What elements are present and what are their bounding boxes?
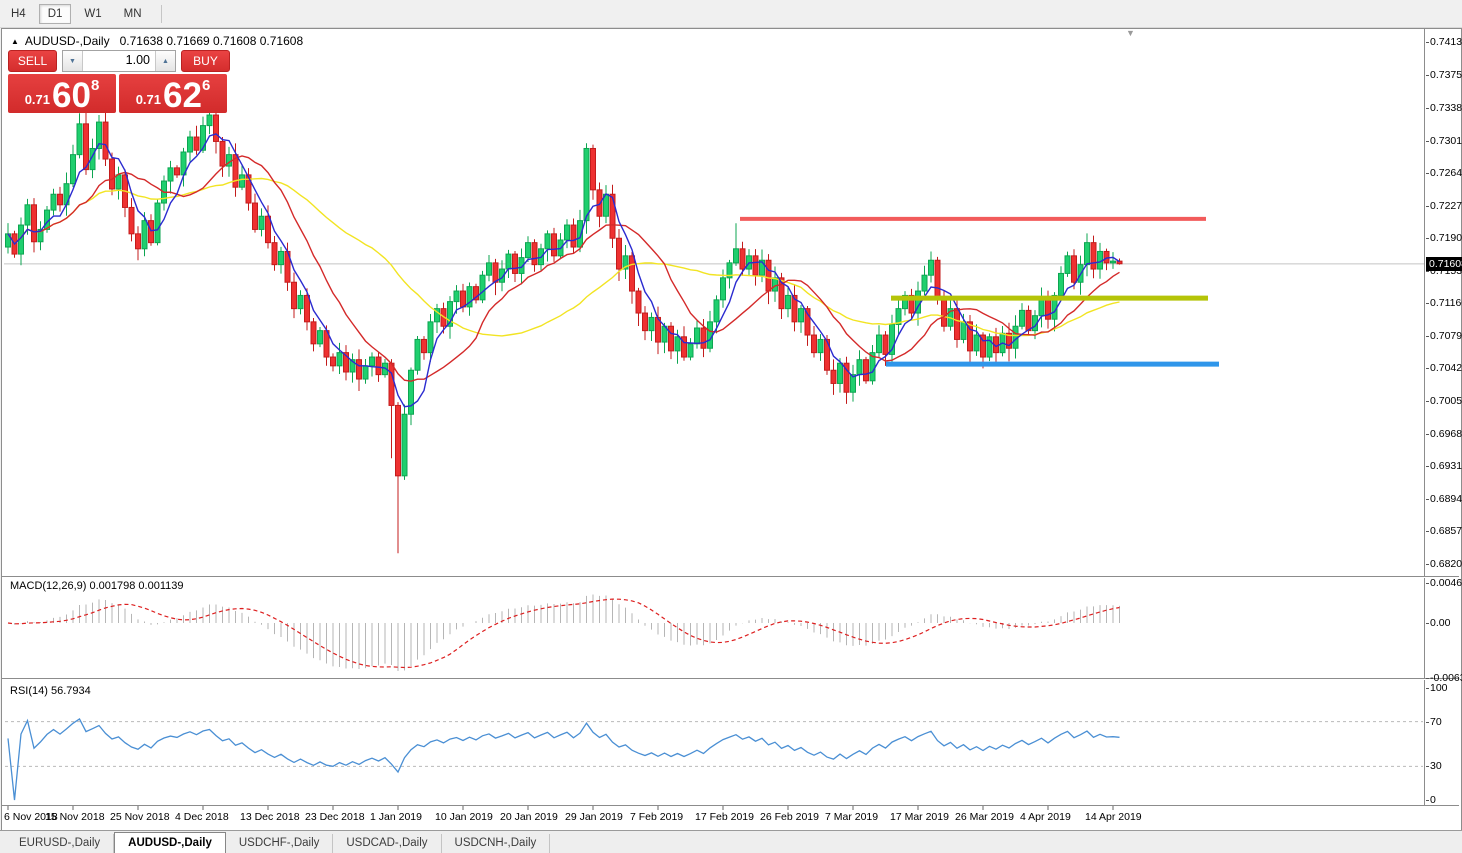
volume-decrease-button[interactable]: ▼ — [63, 51, 83, 71]
price-axis-label: 0.74130 — [1430, 36, 1462, 48]
current-price-badge: 0.71608 — [1426, 257, 1462, 271]
rsi-indicator-label: RSI(14) 56.7934 — [10, 685, 91, 697]
macd-name: MACD(12,26,9) — [10, 580, 86, 592]
price-axis-label: 0.69310 — [1430, 460, 1462, 472]
chart-tab-audusd[interactable]: AUDUSD-,Daily — [114, 832, 226, 853]
timeframe-w1-button[interactable]: W1 — [75, 4, 110, 24]
sell-price-big: 60 — [52, 80, 91, 112]
date-axis-label: 13 Dec 2018 — [240, 811, 300, 823]
rsi-axis-label: 0 — [1430, 794, 1436, 806]
chart-canvas[interactable] — [2, 29, 1459, 828]
price-axis-label: 0.68940 — [1430, 493, 1462, 505]
buy-price-prefix: 0.71 — [136, 92, 161, 107]
date-axis-label: 25 Nov 2018 — [110, 811, 170, 823]
sell-price-tile[interactable]: 0.71608 — [8, 74, 116, 113]
rsi-name: RSI(14) — [10, 685, 48, 697]
date-axis-label: 4 Apr 2019 — [1020, 811, 1071, 823]
chart-tab-usdcad[interactable]: USDCAD-,Daily — [333, 834, 441, 853]
chart-window: ▲ AUDUSD-,Daily 0.71638 0.71669 0.71608 0.… — [1, 28, 1462, 831]
price-axis-label: 0.73380 — [1430, 102, 1462, 114]
rsi-axis-label: 30 — [1430, 760, 1442, 772]
date-axis-label: 7 Mar 2019 — [825, 811, 878, 823]
chart-symbol-label: AUDUSD-,Daily — [25, 34, 110, 48]
date-axis-label: 1 Jan 2019 — [370, 811, 422, 823]
price-axis-label: 0.68200 — [1430, 558, 1462, 570]
date-axis-label: 7 Feb 2019 — [630, 811, 683, 823]
buy-button[interactable]: BUY — [181, 50, 230, 72]
date-axis-label: 4 Dec 2018 — [175, 811, 229, 823]
rsi-value: 56.7934 — [51, 685, 91, 697]
one-click-trading-panel: SELL ▼ ▲ BUY 0.71608 0.71626 — [8, 50, 230, 113]
price-axis-label: 0.70420 — [1430, 362, 1462, 374]
macd-values: 0.001798 0.001139 — [89, 580, 183, 592]
price-axis-label: 0.69680 — [1430, 428, 1462, 440]
chart-shift-marker-icon[interactable]: ▼ — [1126, 28, 1135, 38]
macd-indicator-label: MACD(12,26,9) 0.001798 0.001139 — [10, 580, 183, 592]
price-axis-label: 0.70050 — [1430, 395, 1462, 407]
timeframe-toolbar: H4 D1 W1 MN — [0, 0, 1462, 28]
candles-layer — [6, 106, 1123, 553]
date-axis-label: 17 Feb 2019 — [695, 811, 754, 823]
macd-axis-label: 0.004694 — [1430, 577, 1462, 589]
buy-price-big: 62 — [163, 80, 202, 112]
chart-tab-usdcnh[interactable]: USDCNH-,Daily — [442, 834, 551, 853]
date-axis-label: 26 Feb 2019 — [760, 811, 819, 823]
sell-price-prefix: 0.71 — [25, 92, 50, 107]
date-axis-label: 14 Apr 2019 — [1085, 811, 1142, 823]
volume-increase-button[interactable]: ▲ — [155, 51, 175, 71]
buy-price-pip: 6 — [202, 77, 210, 94]
price-axis-label: 0.68570 — [1430, 525, 1462, 537]
date-axis-label: 26 Mar 2019 — [955, 811, 1014, 823]
volume-spinner: ▼ ▲ — [62, 50, 176, 72]
timeframe-mn-button[interactable]: MN — [115, 4, 151, 24]
price-axis-label: 0.72640 — [1430, 167, 1462, 179]
price-axis-label: 0.72270 — [1430, 200, 1462, 212]
chart-tab-eurusd[interactable]: EURUSD-,Daily — [6, 834, 114, 853]
price-axis-label: 0.70790 — [1430, 330, 1462, 342]
timeframe-h4-button[interactable]: H4 — [2, 4, 35, 24]
rsi-layer — [5, 719, 1423, 800]
price-axis-label: 0.73010 — [1430, 135, 1462, 147]
buy-price-tile[interactable]: 0.71626 — [119, 74, 227, 113]
collapse-arrow-icon[interactable]: ▲ — [11, 37, 19, 46]
toolbar-separator — [161, 5, 162, 23]
date-axis-label: 20 Jan 2019 — [500, 811, 558, 823]
chart-tab-usdchf[interactable]: USDCHF-,Daily — [226, 834, 334, 853]
date-axis: 6 Nov 201815 Nov 201825 Nov 20184 Dec 20… — [2, 808, 1424, 830]
price-axis-label: 0.71160 — [1430, 297, 1462, 309]
price-axis-label: 0.73750 — [1430, 69, 1462, 81]
date-axis-label: 15 Nov 2018 — [45, 811, 105, 823]
date-axis-label: 17 Mar 2019 — [890, 811, 949, 823]
sell-button[interactable]: SELL — [8, 50, 57, 72]
chart-title: ▲ AUDUSD-,Daily 0.71638 0.71669 0.71608 0.… — [11, 34, 303, 48]
terminal-workspace: H4 D1 W1 MN ▲ AUDUSD-,Daily 0.71638 0.7166… — [0, 0, 1462, 853]
price-axis: 0.74130 0.73750 0.73380 0.73010 0.72640 0.722… — [1426, 29, 1461, 806]
chart-tabbar: EURUSD-,DailyAUDUSD-,DailyUSDCHF-,DailyU… — [0, 830, 1462, 853]
timeframe-d1-button[interactable]: D1 — [39, 4, 72, 24]
chart-ohlc-readout: 0.71638 0.71669 0.71608 0.71608 — [120, 34, 304, 48]
date-axis-label: 29 Jan 2019 — [565, 811, 623, 823]
sell-price-pip: 8 — [91, 77, 99, 94]
macd-axis-label: 0.00 — [1430, 617, 1450, 629]
macd-layer — [8, 595, 1120, 672]
rsi-axis-label: 100 — [1430, 682, 1448, 694]
date-axis-label: 10 Jan 2019 — [435, 811, 493, 823]
date-axis-label: 23 Dec 2018 — [305, 811, 365, 823]
rsi-axis-label: 70 — [1430, 716, 1442, 728]
volume-input[interactable] — [83, 51, 155, 69]
price-axis-label: 0.71900 — [1430, 232, 1462, 244]
